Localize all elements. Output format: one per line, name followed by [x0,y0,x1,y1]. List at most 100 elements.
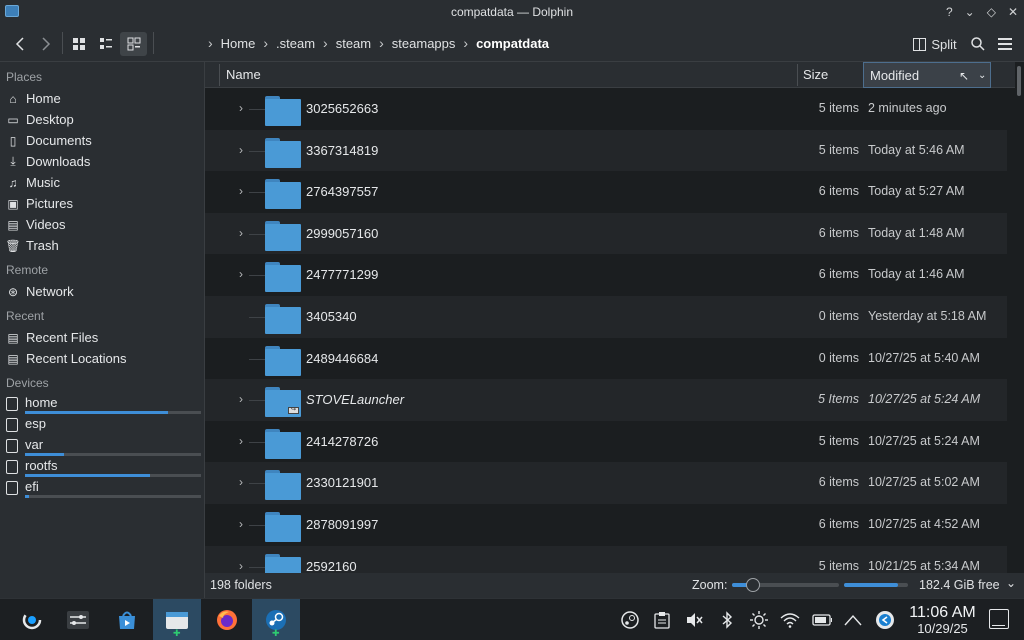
table-row[interactable]: 3405340 0 items Yesterday at 5:18 AM [205,296,1007,338]
forward-button[interactable] [36,32,56,56]
minimize-button[interactable]: ⌄ [965,5,975,19]
breadcrumb-steam[interactable]: steam [336,36,371,51]
file-modified: Today at 5:46 AM [868,142,965,157]
icons-view-button[interactable] [68,32,90,56]
file-size: 6 items [818,517,859,531]
recent-locations-icon: ▤ [7,351,19,366]
sidebar-item-documents[interactable]: ▯ Documents [0,130,204,151]
sidebar-item-trash[interactable]: 🗑 Trash [0,235,204,256]
breadcrumb-compatdata[interactable]: compatdata [476,36,549,51]
file-name: 2330121901 [306,475,379,491]
expand-chevron-icon[interactable]: › [239,143,243,157]
bluetooth-icon[interactable] [717,610,737,630]
expand-chevron-icon[interactable]: › [239,517,243,531]
expand-chevron-icon[interactable]: › [239,101,243,115]
vertical-scrollbar[interactable] [1015,62,1024,573]
file-name: STOVELauncher [306,392,405,408]
expand-chevron-icon[interactable]: › [239,184,243,198]
file-name: 2592160 [306,558,357,573]
zoom-slider[interactable] [732,578,839,592]
chevron-right-icon: › [379,35,384,51]
tree-connector [249,525,265,526]
column-header-size[interactable]: Size [797,62,863,88]
task-steam[interactable]: ✚ [252,599,300,640]
tree-connector [249,317,265,318]
clipboard-icon[interactable] [652,610,672,630]
table-row[interactable]: › 2414278726 5 items 10/27/25 at 5:24 AM [205,421,1007,463]
breadcrumb-home[interactable]: Home [221,36,256,51]
table-row[interactable]: › 3367314819 5 items Today at 5:46 AM [205,129,1007,172]
task-firefox[interactable] [203,599,251,640]
sidebar-device-home[interactable]: home [0,394,204,415]
sidebar-item-pictures[interactable]: ▣ Pictures [0,193,204,214]
steam-tray-icon[interactable] [620,610,640,630]
zoom-slider-handle[interactable] [746,578,761,592]
task-system-settings[interactable] [54,599,102,640]
window-title: compatdata — Dolphin [450,5,574,19]
running-indicator-icon: ✚ [272,628,280,638]
tree-connector [249,192,265,194]
task-discover[interactable] [103,599,151,640]
sidebar-device-rootfs[interactable]: rootfs [0,457,204,478]
show-desktop-button[interactable] [989,609,1009,629]
sidebar-item-home[interactable]: ⌂ Home [0,88,204,109]
battery-icon[interactable] [812,610,832,630]
table-row[interactable]: › 2999057160 6 items Today at 1:48 AM [205,212,1007,255]
volume-muted-icon[interactable] [684,610,704,630]
breadcrumb-steam-hidden[interactable]: .steam [276,36,315,51]
details-view-button[interactable] [120,32,147,56]
sidebar-item-videos[interactable]: ▤ Videos [0,214,204,235]
chevron-right-icon: › [263,35,269,51]
file-modified: Yesterday at 5:18 AM [868,309,987,323]
sidebar-device-efi[interactable]: efi [0,478,204,499]
compact-view-button[interactable] [95,32,117,56]
chevron-down-icon[interactable]: ⌄ [1006,576,1016,590]
expand-chevron-icon[interactable]: › [239,392,243,406]
table-row[interactable]: 2489446684 0 items 10/27/25 at 5:40 AM [205,338,1007,380]
sidebar-device-var[interactable]: var [0,436,204,457]
table-row[interactable]: › ↪ STOVELauncher 5 Items 10/27/25 at 5:24 A… [205,379,1007,421]
table-row[interactable]: › 2592160 5 items 10/21/25 at 5:34 AM [205,545,1007,573]
expand-chevron-icon[interactable]: › [239,559,243,573]
maximize-button[interactable]: ◇ [987,5,996,19]
file-size: 6 items [818,184,859,199]
close-button[interactable]: ✕ [1008,5,1018,19]
brightness-icon[interactable] [749,610,769,630]
split-button[interactable]: Split [910,32,960,56]
table-row[interactable]: › 2764397557 6 items Today at 5:27 AM [205,171,1007,213]
back-button[interactable] [10,32,30,56]
sidebar-item-recent-locations[interactable]: ▤ Recent Locations [0,348,204,369]
sidebar-item-network[interactable]: ⊛ Network [0,281,204,302]
breadcrumb-steamapps[interactable]: steamapps [392,36,456,51]
tray-expand-icon[interactable] [843,610,863,630]
table-row[interactable]: › 2878091997 6 items 10/27/25 at 4:52 AM [205,504,1007,546]
tree-connector [249,441,265,443]
expand-chevron-icon[interactable]: › [239,475,243,489]
music-icon: ♫ [8,175,18,190]
sidebar-item-desktop[interactable]: ▭ Desktop [0,109,204,130]
expand-chevron-icon[interactable]: › [239,434,243,448]
application-launcher[interactable] [8,599,56,640]
expand-chevron-icon[interactable]: › [239,226,243,240]
table-row[interactable]: › 3025652663 5 items 2 minutes ago [205,88,1007,130]
sidebar-device-esp[interactable]: esp [0,415,204,436]
table-row[interactable]: › 2477771299 6 items Today at 1:46 AM [205,254,1007,296]
split-view-icon [913,37,927,51]
scrollbar-thumb[interactable] [1017,66,1021,96]
sidebar-item-recent-files[interactable]: ▤ Recent Files [0,327,204,348]
hamburger-menu-button[interactable] [995,32,1015,56]
device-usage-fill [25,495,29,498]
expand-chevron-icon[interactable]: › [239,267,243,281]
sidebar-item-downloads[interactable]: ⤓ Downloads [0,151,204,172]
wifi-icon[interactable] [780,610,800,630]
sidebar-item-music[interactable]: ♫ Music [0,172,204,193]
search-button[interactable] [968,32,988,56]
return-to-gaming-mode-icon[interactable] [875,610,895,630]
help-button[interactable]: ? [946,5,953,19]
table-row[interactable]: › 2330121901 6 items 10/27/25 at 5:02 AM [205,462,1007,504]
clock[interactable]: 11:06 AM 10/29/25 [905,604,980,636]
task-dolphin[interactable]: ✚ [153,599,201,640]
column-header-modified[interactable]: Modified ↖ ⌄ [863,62,991,88]
column-header-name[interactable]: Name [220,62,797,88]
hamburger-menu-icon [998,38,1012,50]
